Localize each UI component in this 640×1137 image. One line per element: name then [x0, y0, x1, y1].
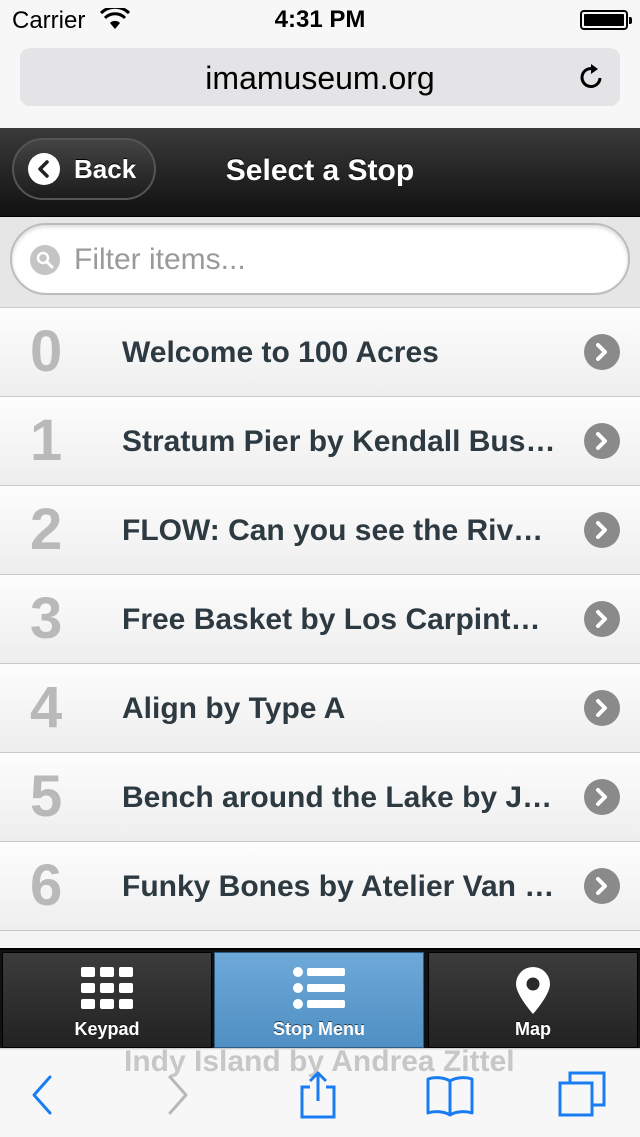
page-title: Select a Stop	[225, 154, 415, 187]
stop-number: 0	[30, 319, 63, 384]
stop-title: Stratum Pier by Kendall Buster	[122, 425, 556, 458]
stop-number: 5	[30, 764, 63, 829]
stop-title: Bench around the Lake by Jeppe Hein	[122, 781, 556, 814]
address-bar[interactable]: imamuseum.org	[20, 48, 620, 106]
chevron-right-icon	[584, 779, 620, 815]
filter-input[interactable]	[72, 237, 596, 283]
stop-row[interactable]: 2 FLOW: Can you see the River?	[0, 486, 640, 575]
status-bar: Carrier 4:31 PM	[0, 0, 640, 40]
browser-toolbar: Indy Island by Andrea Zittel	[0, 1048, 640, 1137]
chevron-right-icon	[584, 868, 620, 904]
stop-title: Funky Bones by Atelier Van Lieshout	[122, 870, 556, 903]
stop-title: Align by Type A	[122, 692, 346, 725]
tab-label: Keypad	[74, 1019, 140, 1039]
url-text: imamuseum.org	[205, 60, 435, 96]
chevron-right-icon	[584, 512, 620, 548]
browser-forward-icon[interactable]	[150, 1069, 202, 1121]
stop-row[interactable]: 3 Free Basket by Los Carpinteros	[0, 575, 640, 664]
stop-number: 1	[30, 408, 63, 473]
stop-row[interactable]: 4 Align by Type A	[0, 664, 640, 753]
filter-field[interactable]	[10, 223, 630, 295]
list-icon	[215, 967, 423, 1013]
reload-icon[interactable]	[576, 62, 606, 92]
tabs-icon[interactable]	[556, 1069, 608, 1121]
stop-row[interactable]: 5 Bench around the Lake by Jeppe Hein	[0, 753, 640, 842]
stop-title: FLOW: Can you see the River?	[122, 514, 556, 547]
stop-row[interactable]: 0 Welcome to 100 Acres	[0, 308, 640, 397]
chevron-right-icon	[584, 601, 620, 637]
chevron-right-icon	[584, 334, 620, 370]
filter-bar	[0, 217, 640, 308]
stop-number: 3	[30, 586, 63, 651]
stop-number: 2	[30, 497, 63, 562]
tab-label: Map	[515, 1019, 551, 1039]
stop-list: 0 Welcome to 100 Acres 1 Stratum Pier by…	[0, 308, 640, 948]
stop-title: Welcome to 100 Acres	[122, 336, 439, 369]
app-header: Back Select a Stop	[0, 128, 640, 217]
tab-stop-menu[interactable]: Stop Menu	[214, 952, 424, 1048]
search-icon	[30, 245, 60, 275]
clock: 4:31 PM	[274, 6, 366, 33]
browser-address-area: imamuseum.org	[0, 40, 640, 129]
stop-row[interactable]: 1 Stratum Pier by Kendall Buster	[0, 397, 640, 486]
bookmarks-icon[interactable]	[424, 1069, 476, 1121]
browser-back-icon[interactable]	[18, 1069, 70, 1121]
tab-label: Stop Menu	[273, 1019, 365, 1039]
keypad-icon	[3, 967, 211, 1013]
map-pin-icon	[429, 967, 637, 1014]
tab-keypad[interactable]: Keypad	[2, 952, 212, 1048]
tab-bar: Keypad Stop Menu Map	[0, 948, 640, 1050]
chevron-right-icon	[584, 690, 620, 726]
stop-row[interactable]: 6 Funky Bones by Atelier Van Lieshout	[0, 842, 640, 931]
share-icon[interactable]	[292, 1069, 344, 1121]
stop-number: 6	[30, 853, 63, 918]
stop-title: Free Basket by Los Carpinteros	[122, 603, 556, 636]
chevron-right-icon	[584, 423, 620, 459]
stop-number: 4	[30, 675, 63, 740]
tab-map[interactable]: Map	[428, 952, 638, 1048]
battery-icon	[580, 10, 632, 30]
